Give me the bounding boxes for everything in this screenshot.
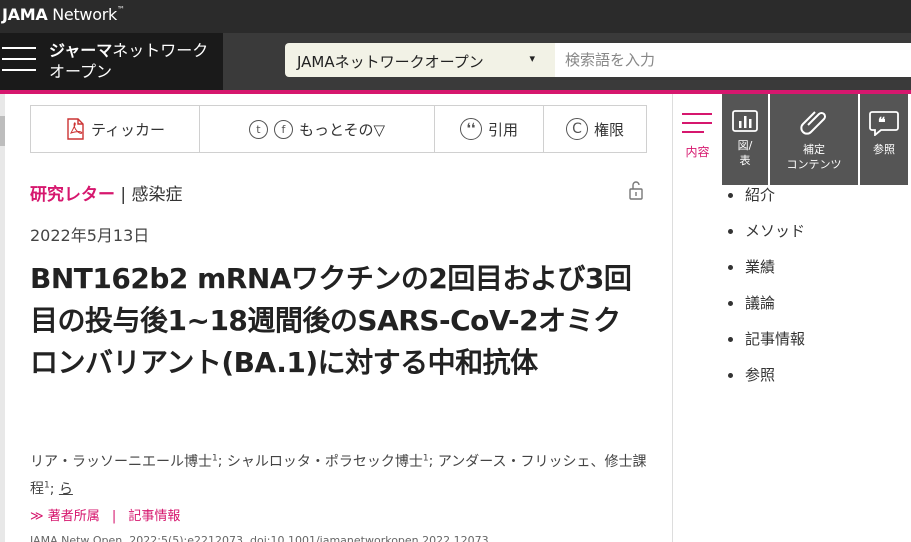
article-toolbar: ティッカー t f もっとその▽ ❛❛ 引用 C 権限 xyxy=(30,105,647,153)
open-access-lock-icon xyxy=(628,180,644,204)
article-info-link[interactable]: 記事情報 xyxy=(128,509,180,524)
journal-logo[interactable]: ジャーマネットワーク オープン xyxy=(49,40,208,82)
article-title: BNT162b2 mRNAワクチンの2回目および3回目の投与後1~18週間後のS… xyxy=(30,262,632,379)
author-1[interactable]: リア・ラッソーニエール博士1 xyxy=(30,453,218,470)
citation-line: JAMA Netw Open. 2022;5(5):e2212073. doi:… xyxy=(30,534,489,542)
supplemental-content-tab[interactable]: 補定 コンテンツ xyxy=(770,94,858,185)
toc-label: 内容 xyxy=(685,145,710,159)
article-type-link[interactable]: 研究レター xyxy=(30,185,115,205)
bar-chart-icon xyxy=(732,110,758,132)
hamburger-menu-icon[interactable] xyxy=(2,47,36,75)
author-list: リア・ラッソーニエール博士1; シャルロッタ・ポラセック博士1; アンダース・フ… xyxy=(30,453,647,498)
toc-item-results[interactable]: 業績 xyxy=(725,257,805,293)
chevron-down-icon: ▾ xyxy=(529,52,535,65)
left-scrollbar[interactable] xyxy=(0,94,5,542)
article-meta-links: ≫ 著者所属 | 記事情報 xyxy=(30,509,181,524)
share-group: t f もっとその▽ xyxy=(200,106,435,152)
jama-network-brand[interactable]: JAMA Network™ xyxy=(2,5,125,24)
list-icon xyxy=(682,113,712,140)
paperclip-icon xyxy=(800,111,827,135)
journal-select-value: JAMAネットワークオープン xyxy=(297,53,484,71)
toc-item-references[interactable]: 参照 xyxy=(725,365,805,401)
svg-text:❝: ❝ xyxy=(878,115,886,131)
references-tab[interactable]: ❝ 参照 xyxy=(860,94,908,185)
figures-tables-tab[interactable]: 図/表 xyxy=(722,94,768,185)
permissions-label: 権限 xyxy=(593,120,624,139)
toc-item-article-info[interactable]: 記事情報 xyxy=(725,329,805,365)
cite-button[interactable]: ❛❛ 引用 xyxy=(435,106,544,152)
quote-icon: ❛❛ xyxy=(459,118,482,140)
permissions-button[interactable]: C 権限 xyxy=(544,106,646,152)
twitter-icon[interactable]: t xyxy=(248,119,268,139)
toc-item-introduction[interactable]: 紹介 xyxy=(725,185,805,221)
et-al-link[interactable]: ら xyxy=(59,481,73,497)
logo-block: ジャーマネットワーク オープン xyxy=(0,33,223,90)
toc-item-methods[interactable]: メソッド xyxy=(725,221,805,257)
ticker-button[interactable]: ティッカー xyxy=(31,106,200,152)
toc-item-discussion[interactable]: 議論 xyxy=(725,293,805,329)
ticker-label: ティッカー xyxy=(90,120,166,139)
copyright-icon: C xyxy=(565,118,588,140)
article-category: 研究レター | 感染症 xyxy=(30,185,183,205)
toc-list: 紹介 メソッド 業績 議論 記事情報 参照 xyxy=(725,185,805,401)
search-input[interactable] xyxy=(555,43,911,77)
subject-link[interactable]: 感染症 xyxy=(132,185,183,205)
quote-bubble-icon: ❝ xyxy=(869,111,899,136)
site-header: ジャーマネットワーク オープン JAMAネットワークオープン ▾ xyxy=(0,33,911,90)
pdf-icon xyxy=(67,118,84,140)
facebook-icon[interactable]: f xyxy=(273,119,293,139)
affiliations-link[interactable]: ≫ 著者所属 xyxy=(30,509,100,524)
more-share-button[interactable]: もっとその▽ xyxy=(299,119,385,140)
author-2[interactable]: シャルロッタ・ポラセック博士1 xyxy=(227,453,429,470)
cite-label: 引用 xyxy=(487,120,518,139)
toc-button[interactable]: 内容 xyxy=(673,94,722,184)
top-network-bar: JAMA Network™ xyxy=(0,0,911,33)
publication-date: 2022年5月13日 xyxy=(30,226,150,245)
journal-select[interactable]: JAMAネットワークオープン ▾ xyxy=(285,43,555,77)
